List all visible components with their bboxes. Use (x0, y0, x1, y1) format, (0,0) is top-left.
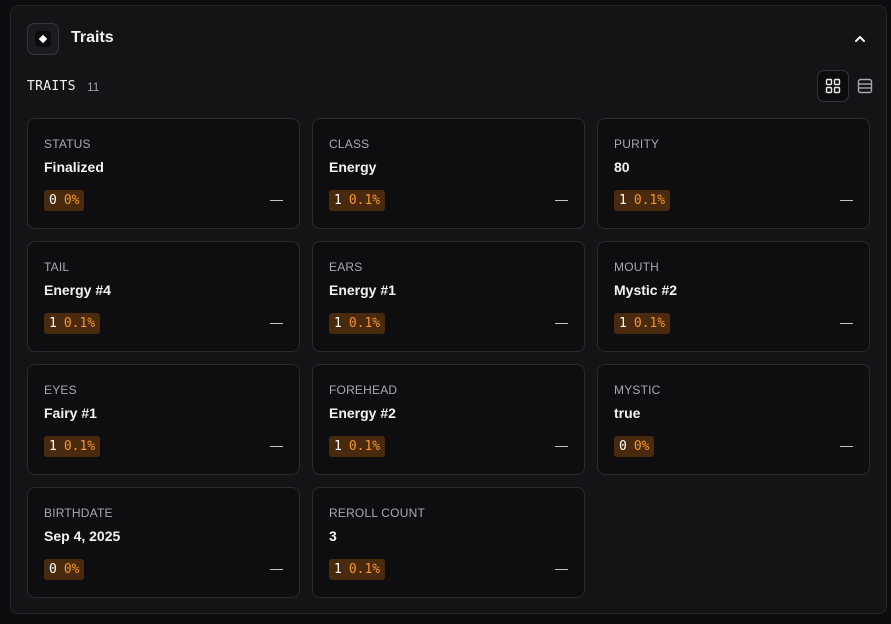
trait-value: Sep 4, 2025 (44, 528, 121, 544)
rarity-badge: 1 0.1% (329, 436, 386, 457)
trait-value: Energy #1 (329, 282, 396, 298)
traits-section-label: TRAITS (27, 79, 76, 94)
trait-change: — (555, 438, 568, 453)
trait-label: CLASS (329, 137, 370, 151)
traits-toolbar: TRAITS 11 (27, 70, 873, 104)
trait-label: FOREHEAD (329, 383, 398, 397)
rarity-badge: 1 0.1% (44, 436, 101, 457)
trait-count: 1 (334, 439, 342, 454)
trait-percent: 0.1% (63, 316, 96, 331)
trait-count: 1 (334, 193, 342, 208)
rarity-badge: 0 0% (614, 436, 655, 457)
trait-change: — (270, 192, 283, 207)
trait-count: 1 (619, 316, 627, 331)
trait-card-tail[interactable]: TAIL Energy #4 1 0.1% — (27, 241, 300, 352)
trait-value: 80 (614, 159, 630, 175)
traits-grid: STATUS Finalized 0 0% — CLASS Energy 1 0.1… (27, 118, 872, 598)
trait-value: 3 (329, 528, 337, 544)
trait-value: Fairy #1 (44, 405, 97, 421)
panel-header[interactable]: Traits (27, 23, 872, 55)
rarity-badge: 1 0.1% (44, 313, 101, 334)
traits-panel: Traits TRAITS 11 STATUS Finalized 0 0% —… (10, 5, 887, 614)
trait-value: Energy #4 (44, 282, 111, 298)
trait-card-eyes[interactable]: EYES Fairy #1 1 0.1% — (27, 364, 300, 475)
trait-label: STATUS (44, 137, 91, 151)
trait-percent: 0.1% (348, 193, 381, 208)
trait-label: MOUTH (614, 260, 659, 274)
trait-value: true (614, 405, 641, 421)
rarity-badge: 1 0.1% (329, 313, 386, 334)
trait-count: 1 (334, 562, 342, 577)
trait-label: BIRTHDATE (44, 506, 113, 520)
grid-view-icon (825, 78, 841, 94)
trait-count: 1 (49, 439, 57, 454)
trait-card-reroll-count[interactable]: REROLL COUNT 3 1 0.1% — (312, 487, 585, 598)
trait-value: Mystic #2 (614, 282, 678, 298)
trait-count: 1 (619, 193, 627, 208)
trait-count: 1 (334, 316, 342, 331)
trait-card-purity[interactable]: PURITY 80 1 0.1% — (597, 118, 870, 229)
trait-card-mystic[interactable]: MYSTIC true 0 0% — (597, 364, 870, 475)
rarity-badge: 1 0.1% (329, 559, 386, 580)
trait-percent: 0% (63, 562, 80, 577)
trait-label: EARS (329, 260, 363, 274)
collapse-button[interactable] (848, 27, 872, 51)
trait-percent: 0.1% (633, 193, 666, 208)
chevron-up-icon (855, 36, 865, 42)
trait-change: — (840, 192, 853, 207)
trait-card-status[interactable]: STATUS Finalized 0 0% — (27, 118, 300, 229)
trait-card-class[interactable]: CLASS Energy 1 0.1% — (312, 118, 585, 229)
traits-icon-box (27, 23, 59, 55)
list-view-icon (857, 78, 873, 94)
trait-count: 0 (49, 193, 57, 208)
trait-card-ears[interactable]: EARS Energy #1 1 0.1% — (312, 241, 585, 352)
trait-change: — (840, 315, 853, 330)
trait-label: PURITY (614, 137, 660, 151)
trait-percent: 0.1% (633, 316, 666, 331)
rarity-badge: 1 0.1% (329, 190, 386, 211)
trait-change: — (270, 438, 283, 453)
trait-card-forehead[interactable]: FOREHEAD Energy #2 1 0.1% — (312, 364, 585, 475)
trait-percent: 0% (633, 439, 650, 454)
diamond-icon (35, 31, 51, 47)
trait-percent: 0.1% (63, 439, 96, 454)
trait-change: — (555, 192, 568, 207)
rarity-badge: 1 0.1% (614, 190, 671, 211)
trait-change: — (555, 561, 568, 576)
trait-value: Finalized (44, 159, 104, 175)
trait-value: Energy (329, 159, 377, 175)
trait-value: Energy #2 (329, 405, 396, 421)
rarity-badge: 0 0% (44, 190, 85, 211)
trait-percent: 0% (63, 193, 80, 208)
trait-count: 0 (619, 439, 627, 454)
trait-label: EYES (44, 383, 77, 397)
trait-label: REROLL COUNT (329, 506, 425, 520)
trait-percent: 0.1% (348, 439, 381, 454)
grid-view-button[interactable] (817, 70, 849, 102)
trait-percent: 0.1% (348, 316, 381, 331)
trait-card-birthdate[interactable]: BIRTHDATE Sep 4, 2025 0 0% — (27, 487, 300, 598)
list-view-button[interactable] (849, 70, 881, 102)
trait-label: MYSTIC (614, 383, 661, 397)
trait-change: — (270, 315, 283, 330)
trait-card-mouth[interactable]: MOUTH Mystic #2 1 0.1% — (597, 241, 870, 352)
trait-percent: 0.1% (348, 562, 381, 577)
panel-title: Traits (71, 29, 114, 46)
trait-count: 1 (49, 316, 57, 331)
traits-count: 11 (87, 80, 100, 94)
trait-change: — (840, 438, 853, 453)
trait-count: 0 (49, 562, 57, 577)
rarity-badge: 1 0.1% (614, 313, 671, 334)
trait-label: TAIL (44, 260, 70, 274)
rarity-badge: 0 0% (44, 559, 85, 580)
trait-change: — (270, 561, 283, 576)
trait-change: — (555, 315, 568, 330)
